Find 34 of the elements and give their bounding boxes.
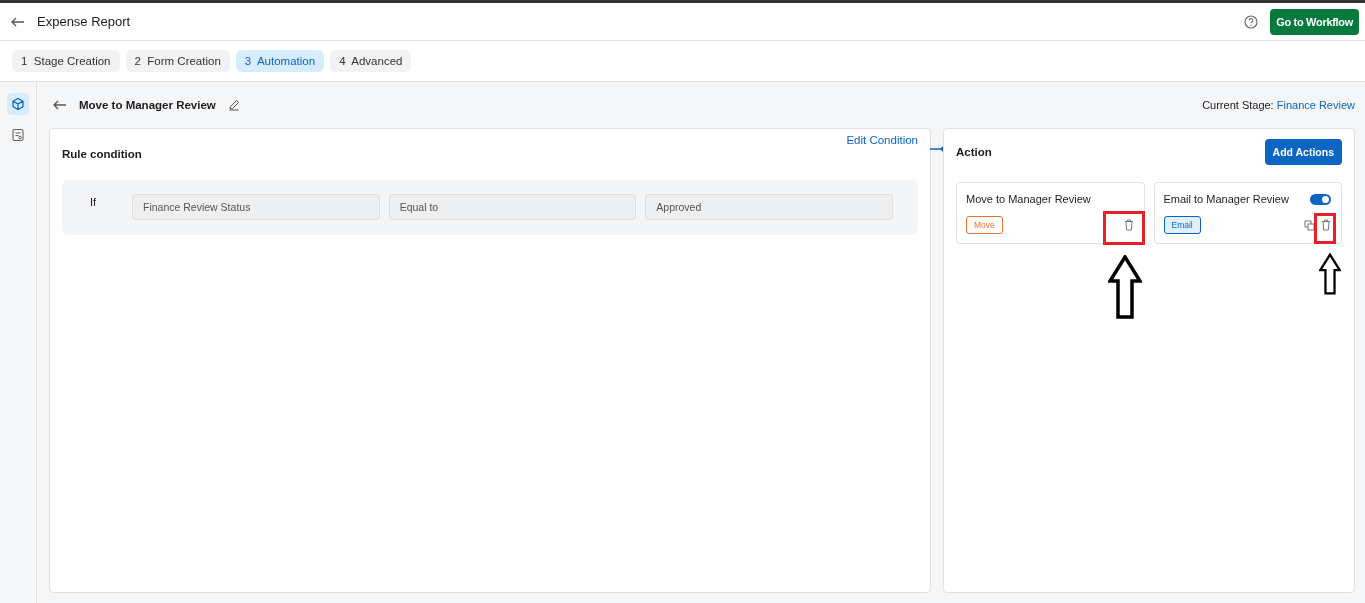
delete-icon[interactable] [1123,219,1134,231]
edit-icon[interactable] [227,99,240,111]
condition-field[interactable]: Equal to [388,194,637,220]
step-tab[interactable]: 1 Stage Creation [12,50,120,72]
annotation-arrow [1107,255,1142,319]
condition-field[interactable]: Approved [645,194,893,220]
step-tab[interactable]: 2 Form Creation [125,50,230,72]
action-title: Move to Manager Review [966,193,1091,205]
form-icon [11,128,25,142]
panel-title: Rule condition [62,148,142,160]
edit-condition-link[interactable]: Edit Condition [846,134,918,146]
help-icon[interactable] [1244,14,1259,29]
panel-title: Action [956,146,992,158]
condition-field[interactable]: Finance Review Status [132,194,380,220]
sidebar-item[interactable] [7,93,29,115]
add-actions-button[interactable]: Add Actions [1264,139,1342,165]
current-stage-link[interactable]: Finance Review [1276,99,1355,111]
action-type-tag: Email [1163,216,1201,234]
back-arrow-icon[interactable] [53,100,67,110]
delete-icon[interactable] [1321,219,1331,231]
rule-title: Move to Manager Review [79,99,216,111]
action-title: Email to Manager Review [1163,193,1289,205]
step-tab[interactable]: 3 Automation [235,50,325,72]
toggle-switch[interactable] [1310,193,1331,205]
condition-keyword: If [90,196,98,208]
cube-icon [11,97,25,111]
action-type-tag: Move [966,216,1003,234]
current-stage-text: Current Stage: Finance Review [1202,99,1355,111]
go-to-workflow-button[interactable]: Go to Workflow [1270,8,1359,35]
step-tab[interactable]: 4 Advanced [330,50,412,72]
page-title: Expense Report [37,14,132,29]
annotation-arrow [1319,251,1341,297]
copy-icon[interactable] [1304,219,1315,231]
back-arrow-icon[interactable] [11,16,25,27]
